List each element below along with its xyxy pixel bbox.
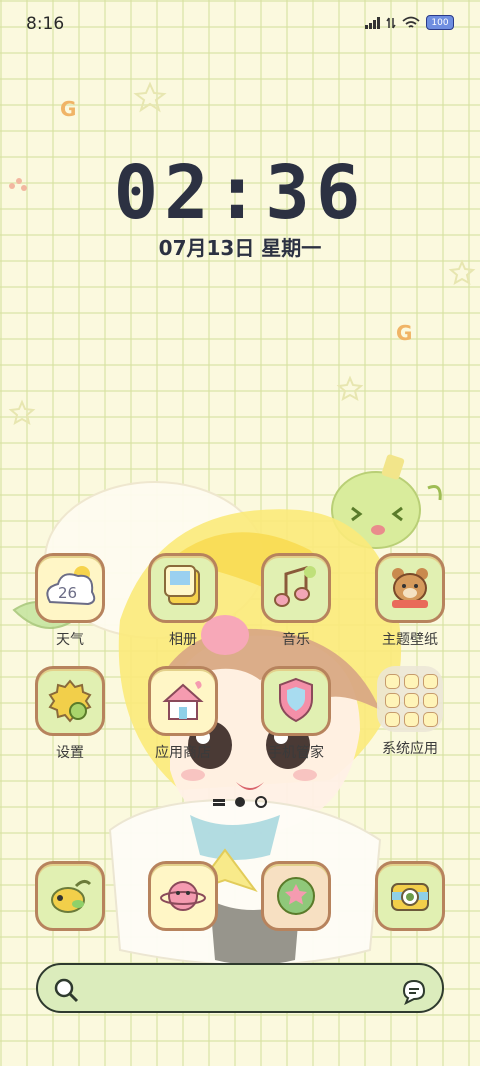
app-store-icon	[148, 666, 218, 736]
camera-icon	[375, 861, 445, 931]
app-label: 应用商店	[155, 745, 211, 761]
app-label: 主题壁纸	[382, 632, 438, 648]
app-label: 设置	[56, 745, 84, 761]
app-music[interactable]: 音乐	[248, 553, 344, 649]
settings-icon	[35, 666, 105, 736]
planet-icon	[148, 861, 218, 931]
data-sync-icon	[386, 17, 396, 28]
theme-icon	[375, 553, 445, 623]
app-weather[interactable]: 26 天气	[22, 553, 118, 649]
folder-icon	[377, 666, 443, 732]
app-phone-manager[interactable]: 手机管家	[248, 666, 344, 762]
status-time: 8:16	[26, 14, 65, 34]
app-label: 手机管家	[268, 745, 324, 761]
wifi-icon	[402, 16, 420, 28]
dinosaur-icon	[35, 861, 105, 931]
page-indicator-next[interactable]	[255, 796, 267, 808]
app-settings[interactable]: 设置	[22, 666, 118, 762]
app-label: 音乐	[282, 632, 310, 648]
dock-app-3[interactable]	[248, 861, 344, 931]
phone-manager-icon	[261, 666, 331, 736]
app-store[interactable]: 应用商店	[135, 666, 231, 762]
page-indicator-feed[interactable]	[213, 798, 225, 806]
svg-text:G: G	[60, 97, 76, 121]
weather-temperature: 26	[58, 584, 77, 602]
app-system-folder[interactable]: 系统应用	[362, 666, 458, 758]
status-bar: 8:16 100	[0, 0, 480, 48]
cellular-signal-icon	[365, 16, 380, 29]
app-gallery[interactable]: 相册	[135, 553, 231, 649]
dock-app-1[interactable]	[22, 861, 118, 931]
battery-icon: 100	[426, 15, 454, 30]
clock-widget-time[interactable]: 02:36	[0, 150, 480, 236]
search-bar[interactable]	[36, 963, 444, 1013]
page-indicator[interactable]	[0, 796, 480, 808]
page-indicator-current[interactable]	[235, 797, 245, 807]
weather-icon: 26	[35, 553, 105, 623]
dock-app-2[interactable]	[135, 861, 231, 931]
app-label: 相册	[169, 632, 197, 648]
clock-widget-date: 07月13日 星期一	[158, 236, 322, 260]
app-theme-wallpaper[interactable]: 主题壁纸	[362, 553, 458, 649]
star-icon	[261, 861, 331, 931]
search-icon[interactable]	[52, 976, 80, 1004]
music-icon	[261, 553, 331, 623]
svg-text:G: G	[396, 321, 412, 345]
app-label: 天气	[56, 632, 84, 648]
app-label: 系统应用	[382, 741, 438, 757]
voice-assistant-icon[interactable]	[398, 975, 428, 1005]
gallery-icon	[148, 553, 218, 623]
dock-app-4[interactable]	[362, 861, 458, 931]
